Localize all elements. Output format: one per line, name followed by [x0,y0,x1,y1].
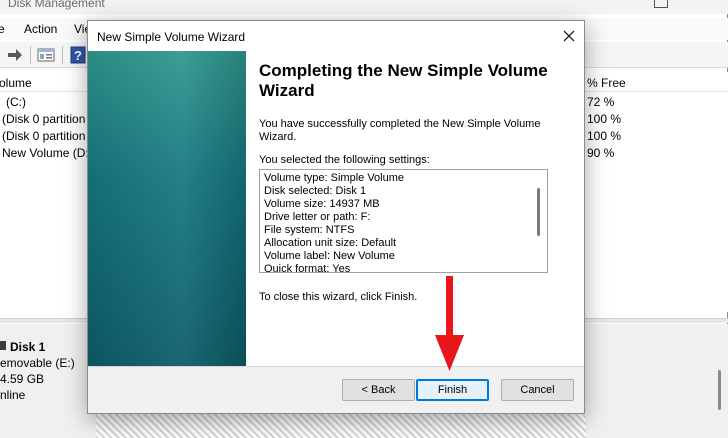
back-button[interactable]: < Back [342,379,415,401]
setting-allocation-unit: Allocation unit size: Default [264,237,397,249]
settings-summary-box[interactable]: Volume type: Simple Volume Disk selected… [259,169,548,273]
close-icon[interactable] [558,25,580,47]
settings-label: You selected the following settings: [259,154,430,166]
window-controls: — ☐ [538,0,728,12]
volume-name: New Volume (D: [2,146,89,160]
maximize-icon[interactable] [654,0,668,8]
column-percent-free[interactable]: % Free [587,76,626,90]
menu-file[interactable]: e [0,22,5,36]
setting-drive-letter: Drive letter or path: F: [264,211,371,223]
wizard-title: New Simple Volume Wizard [97,30,246,44]
setting-quick-format: Quick format: Yes [264,263,351,273]
column-volume[interactable]: olume [0,76,32,90]
wizard-heading: Completing the New Simple Volume Wizard [259,61,548,100]
disk-type: emovable (E:) [0,356,75,370]
toolbar-separator [30,46,31,64]
disk-size: 4.59 GB [0,372,45,386]
volume-name: (Disk 0 partition [2,112,86,126]
disk-title: Disk 1 [10,340,46,354]
volume-free: 100 % [587,112,622,126]
minimize-icon[interactable]: — [558,0,598,10]
volume-free: 90 % [587,146,615,160]
setting-volume-type: Volume type: Simple Volume [264,172,405,184]
volume-name: (C:) [6,95,26,109]
disk-icon [0,341,6,350]
setting-volume-size: Volume size: 14937 MB [264,198,380,210]
window-title: Disk Management [8,0,105,10]
wizard-body: Completing the New Simple Volume Wizard … [88,51,584,366]
close-hint: To close this wizard, click Finish. [259,291,418,303]
help-icon[interactable]: ? [69,46,87,64]
finish-button[interactable]: Finish [416,379,489,401]
setting-volume-label: Volume label: New Volume [264,250,395,262]
settings-list: Volume type: Simple Volume Disk selected… [264,172,524,273]
console-tree-icon[interactable] [37,46,55,64]
svg-text:?: ? [74,48,82,63]
scrollbar-thumb[interactable] [718,370,721,410]
new-simple-volume-wizard: New Simple Volume Wizard Completing the … [87,20,585,414]
wizard-side-banner [88,51,246,366]
toolbar-separator [62,46,63,64]
setting-file-system: File system: NTFS [264,224,355,236]
volume-free: 72 % [587,95,615,109]
settings-scrollbar[interactable] [530,170,547,272]
banner-gradient [88,51,246,366]
wizard-intro: You have successfully completed the New … [259,118,541,143]
cancel-button[interactable]: Cancel [501,379,574,401]
wizard-titlebar: New Simple Volume Wizard [88,21,584,51]
wizard-footer: < Back Finish Cancel [88,367,584,413]
forward-arrow-icon[interactable] [6,46,24,64]
disk-pane-scrollbar[interactable] [712,330,726,430]
disk-status: nline [0,388,26,402]
volume-name: (Disk 0 partition [2,129,86,143]
menu-action[interactable]: Action [24,22,57,36]
setting-disk-selected: Disk selected: Disk 1 [264,185,367,197]
volume-free: 100 % [587,129,622,143]
scrollbar-thumb[interactable] [537,188,540,236]
disk-management-titlebar: Disk Management — ☐ [0,0,728,14]
